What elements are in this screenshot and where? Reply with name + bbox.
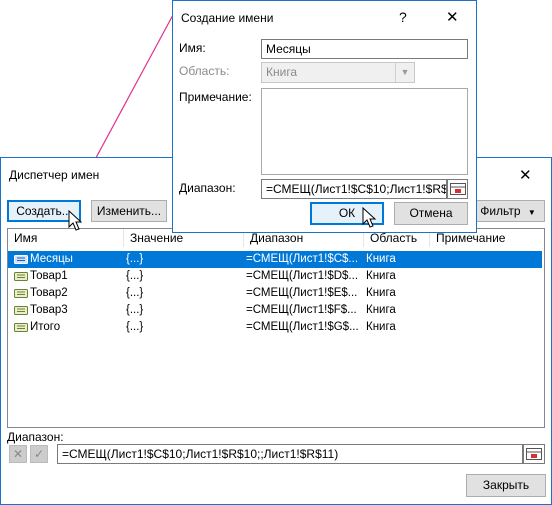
mouse-cursor-icon: [68, 210, 83, 231]
cell-name: Итого: [30, 321, 61, 333]
cancel-edit-icon[interactable]: ✕: [9, 445, 27, 463]
range-name-icon: [14, 306, 28, 315]
cell-value: {...}: [126, 321, 144, 333]
range-label: Диапазон:: [7, 430, 64, 444]
cell-name: Товар2: [30, 287, 68, 299]
names-list[interactable]: Имя Значение Диапазон Область Примечание…: [7, 228, 545, 428]
range-name-icon: [14, 289, 28, 298]
cancel-button[interactable]: Отмена: [394, 202, 468, 225]
dialog-range-label: Диапазон:: [179, 181, 236, 195]
dialog-close-icon[interactable]: ✕: [446, 8, 459, 26]
scope-select[interactable]: Книга ▼: [261, 62, 415, 83]
comment-textarea[interactable]: [261, 88, 468, 175]
edit-button[interactable]: Изменить...: [91, 200, 167, 222]
cell-scope: Книга: [366, 287, 396, 299]
dialog-range-input[interactable]: =СМЕЩ(Лист1!$C$10;Лист1!$R$10: [261, 179, 447, 199]
cell-scope: Книга: [366, 304, 396, 316]
dialog-title: Создание имени: [181, 11, 274, 25]
column-header-name[interactable]: Имя: [8, 229, 124, 247]
dialog-collapse-icon[interactable]: [447, 179, 468, 199]
scope-label: Область:: [179, 64, 230, 78]
table-row[interactable]: Товар2 {...} =СМЕЩ(Лист1!$E$... Книга: [8, 285, 542, 302]
range-name-icon: [14, 323, 28, 332]
name-label: Имя:: [179, 41, 206, 55]
cell-value: {...}: [126, 304, 144, 316]
table-row[interactable]: Товар3 {...} =СМЕЩ(Лист1!$F$... Книга: [8, 302, 542, 319]
chevron-down-icon: ▼: [395, 63, 414, 82]
cell-value: {...}: [126, 287, 144, 299]
chevron-down-icon: ▼: [527, 208, 536, 217]
cell-scope: Книга: [366, 253, 396, 265]
mouse-cursor-icon: [362, 207, 377, 228]
close-icon[interactable]: ✕: [519, 166, 532, 184]
cell-range: =СМЕЩ(Лист1!$D$...: [246, 270, 359, 282]
window-title: Диспетчер имен: [9, 168, 100, 182]
table-row[interactable]: Итого {...} =СМЕЩ(Лист1!$G$... Книга: [8, 319, 542, 336]
cell-range: =СМЕЩ(Лист1!$F$...: [246, 304, 357, 316]
scope-value: Книга: [266, 65, 298, 79]
name-input[interactable]: Месяцы: [261, 39, 468, 59]
cell-name: Товар1: [30, 270, 68, 282]
comment-label: Примечание:: [179, 90, 252, 104]
confirm-edit-icon[interactable]: ✓: [30, 445, 48, 463]
cell-scope: Книга: [366, 270, 396, 282]
cell-range: =СМЕЩ(Лист1!$E$...: [246, 287, 358, 299]
help-icon[interactable]: ?: [399, 9, 407, 25]
cell-name: Товар3: [30, 304, 68, 316]
cell-range: =СМЕЩ(Лист1!$C$...: [246, 253, 359, 265]
cell-scope: Книга: [366, 321, 396, 333]
close-button[interactable]: Закрыть: [466, 474, 546, 497]
create-name-dialog: Создание имени ? ✕ Имя: Месяцы Область: …: [172, 0, 477, 233]
cell-value: {...}: [126, 270, 144, 282]
filter-label: Фильтр: [480, 204, 521, 218]
collapse-dialog-icon[interactable]: [523, 444, 545, 464]
list-rows: Месяцы {...} =СМЕЩ(Лист1!$C$... Книга Товар1…: [8, 251, 544, 427]
cell-range: =СМЕЩ(Лист1!$G$...: [246, 321, 359, 333]
cell-value: {...}: [126, 253, 144, 265]
filter-button[interactable]: Фильтр ▼: [471, 200, 545, 222]
range-input[interactable]: =СМЕЩ(Лист1!$C$10;Лист1!$R$10;;Лист1!$R$…: [57, 444, 523, 464]
cell-name: Месяцы: [30, 253, 73, 265]
range-name-icon: [14, 255, 28, 264]
table-row[interactable]: Месяцы {...} =СМЕЩ(Лист1!$C$... Книга: [8, 251, 542, 268]
table-row[interactable]: Товар1 {...} =СМЕЩ(Лист1!$D$... Книга: [8, 268, 542, 285]
range-name-icon: [14, 272, 28, 281]
